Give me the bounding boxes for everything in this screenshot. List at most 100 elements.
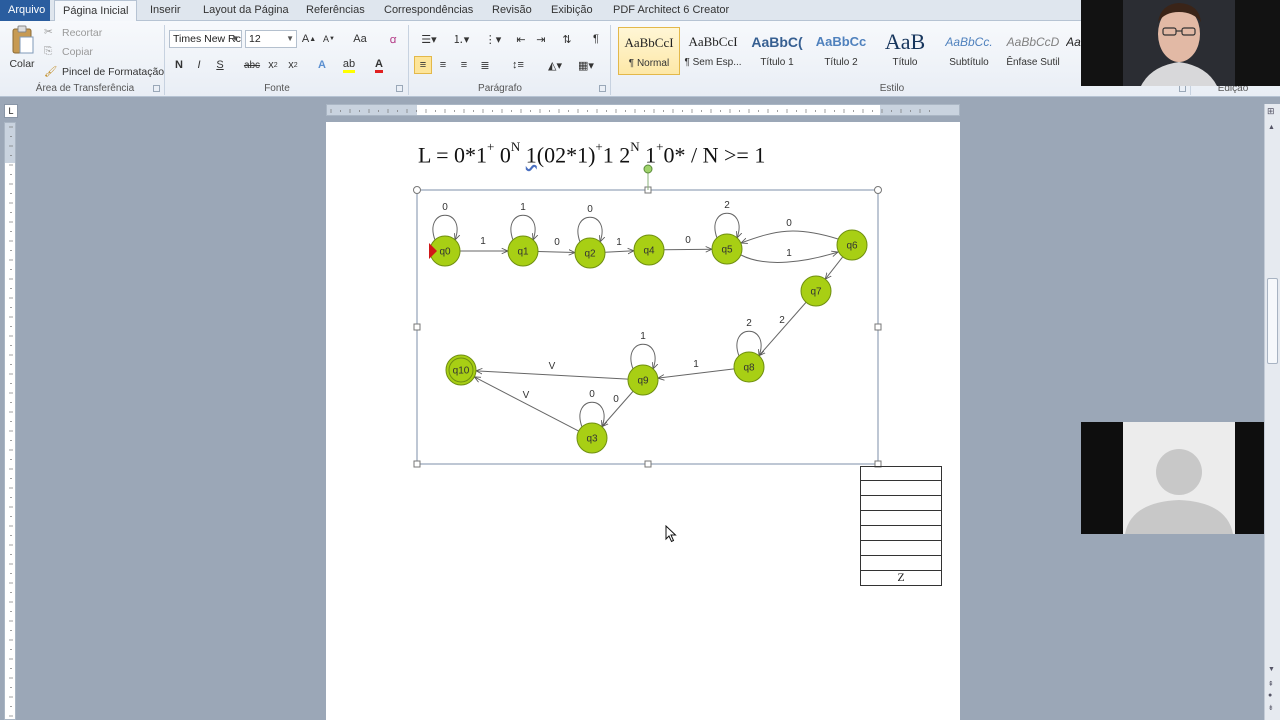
tab-file[interactable]: Arquivo [0,0,50,21]
document-page[interactable]: L = 0*1+ 0N 1(02*1)+1 2N 1+0* / N >= 1 0… [326,122,960,720]
paragraph-dialog-launcher[interactable] [599,85,606,92]
state-q0[interactable]: q0 [429,235,461,267]
style-heading-1[interactable]: AaBbC( Título 1 [746,27,808,75]
style-subtle-emphasis[interactable]: AaBbCcD Ênfase Sutil [1002,27,1064,75]
line-spacing-button[interactable]: ↕≡ [505,56,531,74]
style-normal[interactable]: AaBbCcI ¶ Normal [618,27,680,75]
numbering-button[interactable]: ⒈▾ [446,30,476,48]
stack-cell[interactable] [860,466,942,481]
tab-references[interactable]: Referências [298,0,373,21]
align-center-button[interactable]: ≡ [434,56,452,74]
side-handle[interactable] [644,460,652,468]
stack-cell[interactable]: Z [860,571,942,586]
side-handle[interactable] [413,323,421,331]
clear-formatting-button[interactable]: ꭤ [384,30,402,48]
styles-dialog-launcher[interactable] [1179,85,1186,92]
transition-q1-q2 [537,251,575,252]
increase-indent-button[interactable]: ⇥ [532,30,550,48]
stack-cell[interactable] [860,511,942,526]
state-q7[interactable]: q7 [800,275,832,307]
tab-review[interactable]: Revisão [484,0,540,21]
decrease-indent-button[interactable]: ⇤ [512,30,530,48]
side-handle[interactable] [874,323,882,331]
shading-button[interactable]: ◭▾ [541,56,569,74]
stack-cell[interactable] [860,481,942,496]
stack-table[interactable]: Z [860,466,942,586]
side-handle[interactable] [413,460,421,468]
clipboard-dialog-launcher[interactable] [153,85,160,92]
scroll-up-arrow-icon[interactable]: ▲ [1268,124,1275,131]
strikethrough-button[interactable]: abc [243,56,261,74]
stack-cell[interactable] [860,496,942,511]
corner-handle[interactable] [413,186,421,194]
style-heading-2[interactable]: AaBbCc Título 2 [810,27,872,75]
avatar-placeholder-icon [1081,422,1280,534]
tab-page-layout[interactable]: Layout da Página [195,0,297,21]
transition-label: 0 [442,202,448,213]
align-right-button[interactable]: ≡ [455,56,473,74]
tab-home[interactable]: Página Inicial [54,0,138,22]
multilevel-list-button[interactable]: ⋮▾ [478,30,508,48]
style-title[interactable]: AaB Título [874,27,936,75]
state-q3[interactable]: q3 [576,422,608,454]
state-q5[interactable]: q5 [711,233,743,265]
cut-button[interactable]: ✂ Recortar [44,26,102,40]
font-size-combo[interactable]: 12 ▼ [245,30,297,48]
state-q2[interactable]: q2 [574,237,606,269]
style-no-spacing[interactable]: AaBbCcI ¶ Sem Esp... [682,27,744,75]
vertical-ruler[interactable] [4,122,16,720]
tab-insert[interactable]: Inserir [142,0,189,21]
state-q8[interactable]: q8 [733,351,765,383]
justify-button[interactable]: ≣ [476,56,494,74]
font-dialog-launcher[interactable] [396,85,403,92]
superscript-button[interactable]: x2 [284,56,302,74]
bullets-button[interactable]: ☰▾ [414,30,444,48]
highlight-button[interactable]: ab [340,56,358,74]
state-q6[interactable]: q6 [836,229,868,261]
transition-label: 0 [587,204,593,215]
underline-button[interactable]: S [211,56,229,74]
style-subtitle[interactable]: AaBbCc. Subtítulo [938,27,1000,75]
automaton-diagram[interactable]: 0 1 1 0 0 1 0 2 0 1 2 2 1 1 V 0 0 V q0 q1 q2 q4 q5 q6 q7 q8 q9 q3 q… [326,122,960,720]
state-q9[interactable]: q9 [627,364,659,396]
grow-font-button[interactable]: A ▲ [300,30,318,48]
ruler-toggle-icon[interactable]: ⊞ [1267,106,1275,117]
borders-button[interactable]: ▦▾ [572,56,600,74]
state-q4[interactable]: q4 [633,234,665,266]
tab-stop-selector[interactable]: L [4,104,18,118]
horizontal-ruler[interactable] [326,104,960,116]
style-name: Título 2 [824,57,858,68]
paste-button[interactable]: Colar [8,25,36,70]
tab-view[interactable]: Exibição [543,0,601,21]
state-q1[interactable]: q1 [507,235,539,267]
state-q10[interactable]: q10 [445,354,477,386]
next-page-icon[interactable]: ⇟ [1268,704,1274,712]
sort-button[interactable]: ⇅ [558,30,576,48]
stack-cell[interactable] [860,541,942,556]
scroll-down-arrow-icon[interactable]: ▼ [1268,666,1275,673]
italic-button[interactable]: I [190,56,208,74]
subscript-button[interactable]: x2 [264,56,282,74]
style-emphasis[interactable]: Aa [1066,27,1081,75]
align-left-button[interactable]: ≡ [414,56,432,74]
stack-cell[interactable] [860,526,942,541]
scroll-thumb[interactable] [1267,278,1278,364]
show-marks-button[interactable]: ¶ [587,30,605,48]
tab-pdf-architect[interactable]: PDF Architect 6 Creator [605,0,737,21]
font-name-combo[interactable]: Times New Rc ▼ [169,30,242,48]
browse-object-icon[interactable]: ● [1268,692,1272,699]
corner-handle[interactable] [874,186,882,194]
shrink-font-button[interactable]: A ▼ [320,30,338,48]
copy-button[interactable]: ⎘ Copiar [44,45,93,59]
previous-page-icon[interactable]: ⇞ [1268,680,1274,688]
tab-mailings[interactable]: Correspondências [376,0,481,21]
vertical-scrollbar[interactable]: ⊞ ▲ ▼ ⇞ ● ⇟ [1264,104,1280,720]
stack-cell[interactable] [860,556,942,571]
change-case-button[interactable]: Aa [348,30,372,48]
font-color-button[interactable]: A [370,56,388,74]
bold-button[interactable]: N [170,56,188,74]
resize-handles[interactable] [413,186,882,468]
format-painter-button[interactable]: 🖌 Pincel de Formatação [44,65,164,79]
text-effects-button[interactable]: A [313,56,331,74]
rotate-handle[interactable] [643,164,653,174]
